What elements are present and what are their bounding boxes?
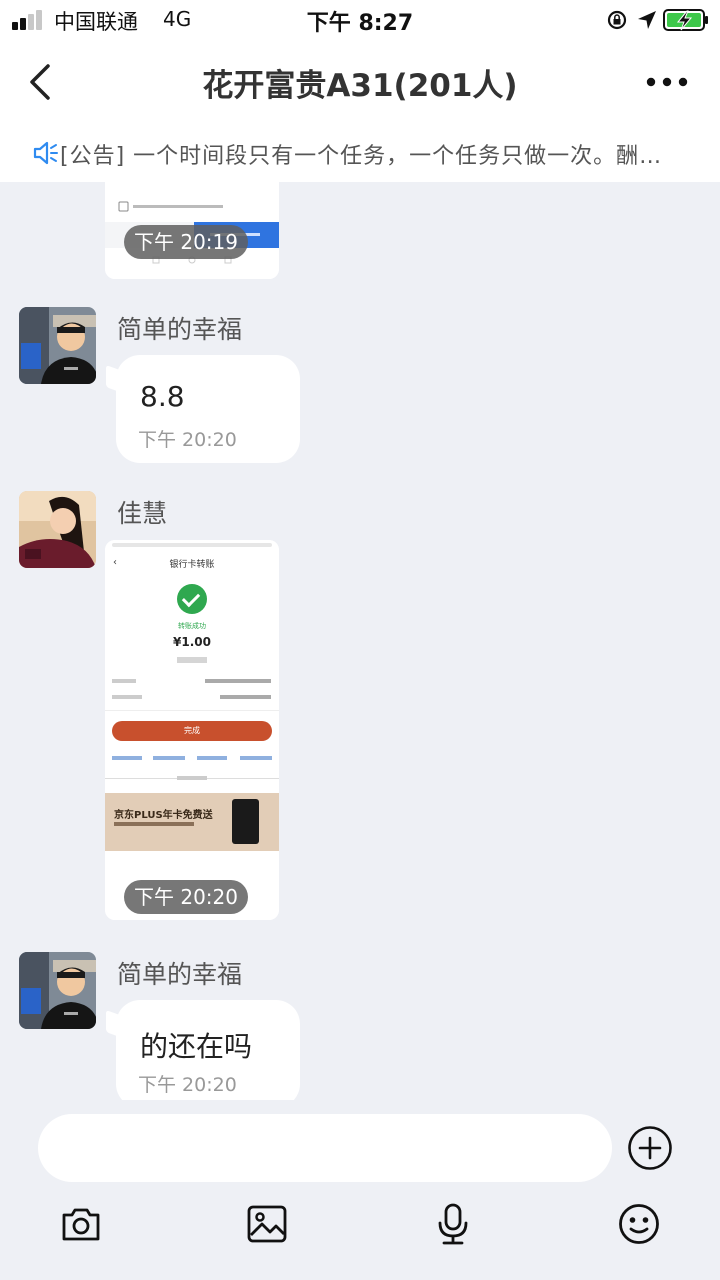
sender-name: 佳慧 xyxy=(117,499,168,528)
emoji-icon[interactable] xyxy=(617,1202,661,1246)
camera-icon[interactable] xyxy=(59,1202,103,1246)
avatar[interactable] xyxy=(19,952,96,1029)
payment-receipt-screenshot: ‹ 银行卡转账 转账成功 ¥1.00 完成 京东PLUS年卡免费送 xyxy=(105,540,279,920)
promo-banner: 京东PLUS年卡免费送 xyxy=(105,793,279,851)
avatar[interactable] xyxy=(19,307,96,384)
sender-name: 简单的幸福 xyxy=(117,315,243,344)
location-arrow-icon xyxy=(638,11,656,29)
text-message-bubble[interactable]: 的还在吗 下午 20:20 xyxy=(106,1000,300,1100)
receipt-done-button: 完成 xyxy=(112,721,272,741)
message-input[interactable] xyxy=(38,1114,612,1182)
rotation-lock-icon xyxy=(607,10,627,30)
sender-name: 简单的幸福 xyxy=(117,960,243,989)
receipt-status: 转账成功 xyxy=(178,622,206,630)
success-check-icon xyxy=(177,584,207,614)
more-icon[interactable] xyxy=(644,70,690,94)
microphone-icon[interactable] xyxy=(431,1202,475,1246)
composer xyxy=(0,1100,720,1280)
message-list[interactable]: 下午 20:19 简单的幸福 8.8 下午 20:20 佳慧 ‹ 银行卡转账 转… xyxy=(0,182,720,1100)
nav-bar: 花开富贵A31(201人) xyxy=(0,40,720,124)
receipt-amount: ¥1.00 xyxy=(173,635,211,649)
back-button[interactable] xyxy=(22,60,58,104)
status-bar: 中国联通 4G 下午 8:27 xyxy=(0,0,720,40)
message-time: 下午 20:20 xyxy=(138,1074,237,1096)
speaker-icon xyxy=(33,141,58,165)
bubble-tail xyxy=(106,364,128,396)
receipt-title: 银行卡转账 xyxy=(169,560,215,570)
image-message[interactable]: 下午 20:19 xyxy=(105,182,279,279)
timestamp-badge: 下午 20:20 xyxy=(124,880,248,914)
image-message[interactable]: ‹ 银行卡转账 转账成功 ¥1.00 完成 京东PLUS年卡免费送 下午 20:… xyxy=(105,540,279,920)
battery-charging-icon xyxy=(663,9,708,31)
timestamp-badge: 下午 20:19 xyxy=(124,225,248,259)
message-text: 的还在吗 xyxy=(140,1030,253,1063)
banner-title: 京东PLUS年卡免费送 xyxy=(114,810,213,821)
message-time: 下午 20:20 xyxy=(138,429,237,451)
page-title: 花开富贵A31(201人) xyxy=(202,68,518,104)
announcement-bar[interactable]: [公告] 一个时间段只有一个任务，一个任务只做一次。酬… xyxy=(0,124,720,182)
avatar[interactable] xyxy=(19,491,96,568)
announcement-text: [公告] 一个时间段只有一个任务，一个任务只做一次。酬… xyxy=(60,144,663,169)
image-icon[interactable] xyxy=(245,1202,289,1246)
plus-circle-icon[interactable] xyxy=(627,1125,673,1171)
text-message-bubble[interactable]: 8.8 下午 20:20 xyxy=(106,355,300,463)
message-text: 8.8 xyxy=(140,380,185,413)
bubble-tail xyxy=(106,1009,128,1041)
card-image xyxy=(232,799,259,844)
